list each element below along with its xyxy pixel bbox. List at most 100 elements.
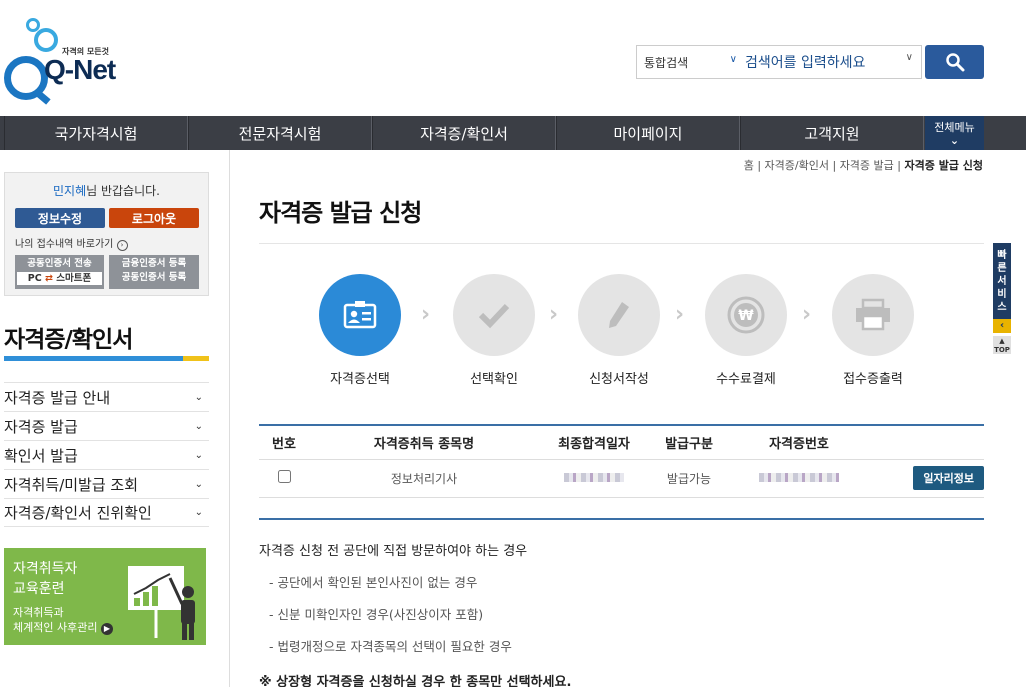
fin-cert-label: 금융인증서 등록 <box>121 258 187 269</box>
step-payment: ₩ 수수료결제 <box>696 274 796 387</box>
sidebar-item-issue[interactable]: 자격증 발급 ⌄ <box>4 411 209 440</box>
education-banner[interactable]: 자격취득자 교육훈련 자격취득과 체계적인 사후관리 ▶ <box>4 548 206 645</box>
step-circle: ₩ <box>705 274 787 356</box>
sidebar-item-label: 자격취득/미발급 조회 <box>4 475 139 494</box>
fin-cert-register-button[interactable]: 금융인증서 등록 공동인증서 등록 <box>109 255 199 289</box>
breadcrumb-issue[interactable]: 자격증 발급 <box>840 159 894 172</box>
chevron-down-icon: ⌄ <box>194 420 203 432</box>
section-title: 자격증/확인서 <box>4 327 133 353</box>
chevron-down-icon: ⌄ <box>949 134 960 147</box>
breadcrumb: 홈 | 자격증/확인서 | 자격증 발급 | 자격증 발급 신청 <box>743 159 983 172</box>
progress-steps: 자격증선택 › 선택확인 › 신청서작성 › ₩ 수수료결제 › 접수증출력 <box>259 274 984 394</box>
notice-item: - 법령개정으로 자격종목의 선택이 필요한 경우 <box>269 639 512 654</box>
cell-pass-date <box>539 459 649 498</box>
col-action <box>869 424 984 460</box>
chevron-down-icon: ⌄ <box>194 449 203 461</box>
cell-item-name: 정보처리기사 <box>309 459 539 498</box>
chevron-down-icon: ⌄ <box>194 478 203 490</box>
chevron-right-icon: › <box>549 302 559 327</box>
search-button[interactable] <box>925 45 984 79</box>
banner-line2: 교육훈련 <box>13 581 65 597</box>
chevron-right-icon: › <box>421 302 431 327</box>
search-category-label: 통합검색 <box>644 55 689 70</box>
logo-text: Q-Net <box>44 54 116 85</box>
step-print-receipt: 접수증출력 <box>823 274 923 387</box>
step-circle <box>578 274 660 356</box>
redacted-date <box>564 473 624 482</box>
row-checkbox[interactable] <box>277 470 291 483</box>
table-row: 정보처리기사 발급가능 일자리정보 <box>259 459 984 498</box>
notice-warning: ※ 상장형 자격증을 신청하실 경우 한 종목만 선택하세요. <box>259 675 572 687</box>
banner-line3: 자격취득과 <box>13 606 64 619</box>
sidebar-item-label: 자격증 발급 안내 <box>4 388 111 407</box>
title-divider <box>259 243 984 244</box>
sidebar-menu: 자격증 발급 안내 ⌄ 자격증 발급 ⌄ 확인서 발급 ⌄ 자격취득/미발급 조회 ⌄ … <box>4 382 209 527</box>
chevron-down-icon: ⌄ <box>194 391 203 403</box>
sidebar-item-issue-guide[interactable]: 자격증 발급 안내 ⌄ <box>4 382 209 411</box>
left-sidebar: 민지혜님 반갑습니다. 정보수정 로그아웃 나의 접수내역 바로가기 › 공동인… <box>0 150 230 687</box>
notice-item: - 신분 미확인자인 경우(사진상이자 포함) <box>269 607 484 622</box>
top-button[interactable]: ▲ TOP <box>993 336 1011 354</box>
pc-label: PC <box>27 273 42 284</box>
cell-issue-type: 발급가능 <box>649 459 729 498</box>
nav-support[interactable]: 고객지원 <box>740 116 924 150</box>
sidebar-item-lookup[interactable]: 자격취득/미발급 조회 ⌄ <box>4 469 209 498</box>
search-input[interactable]: 검색어를 입력하세요 ∨ <box>745 52 921 72</box>
step-confirm: 선택확인 <box>444 274 544 387</box>
qnet-logo[interactable]: 자격의 모든것 Q-Net <box>4 18 124 100</box>
greeting-text: 님 반갑습니다. <box>86 184 160 198</box>
top-label: TOP <box>994 346 1010 354</box>
step-circle <box>832 274 914 356</box>
step-application: 신청서작성 <box>569 274 669 387</box>
presentation-icon <box>128 566 195 640</box>
cell-action: 일자리정보 <box>869 459 984 498</box>
sidebar-item-verify[interactable]: 자격증/확인서 진위확인 ⌄ <box>4 498 209 527</box>
cert-transfer-button[interactable]: 공동인증서 전송 PC ⇄ 스마트폰 <box>15 255 104 289</box>
quick-service-label: 빠른서비스 <box>997 250 1007 313</box>
pencil-icon <box>609 302 629 328</box>
nav-mypage[interactable]: 마이페이지 <box>556 116 740 150</box>
step-label: 선택확인 <box>470 372 518 387</box>
chevron-down-icon: ∨ <box>905 52 913 63</box>
step-circle <box>319 274 401 356</box>
banner-line4: 체계적인 사후관리 ▶ <box>13 619 113 635</box>
svg-text:₩: ₩ <box>738 308 754 324</box>
search-category-select[interactable]: 통합검색 ∨ <box>637 54 745 71</box>
history-link-label: 나의 접수내역 바로가기 <box>15 239 114 250</box>
job-info-button[interactable]: 일자리정보 <box>913 466 984 490</box>
cert-transfer-label: 공동인증서 전송 <box>27 258 92 269</box>
redacted-cert-number <box>759 473 839 482</box>
col-pass-date: 최종합격일자 <box>539 424 649 460</box>
col-cert-number: 자격증번호 <box>729 424 869 460</box>
chevron-up-icon: ▲ <box>999 337 1005 345</box>
table-header-row: 번호 자격증취득 종목명 최종합격일자 발급구분 자격증번호 <box>259 424 984 460</box>
quick-service-tab[interactable]: 빠른서비스 ‹ <box>993 243 1011 333</box>
history-link[interactable]: 나의 접수내역 바로가기 › <box>15 235 128 251</box>
arrow-right-icon: ▶ <box>100 623 113 635</box>
edit-info-button[interactable]: 정보수정 <box>15 208 105 228</box>
notice-heading: 자격증 신청 전 공단에 직접 방문하여야 하는 경우 <box>259 544 528 559</box>
notice-item: - 공단에서 확인된 본인사진이 없는 경우 <box>269 575 478 590</box>
user-box: 민지혜님 반갑습니다. 정보수정 로그아웃 나의 접수내역 바로가기 › 공동인… <box>4 172 209 296</box>
logo-q-mark <box>4 56 48 100</box>
user-greeting: 민지혜님 반갑습니다. <box>5 182 208 199</box>
sidebar-item-confirmation[interactable]: 확인서 발급 ⌄ <box>4 440 209 469</box>
logout-button[interactable]: 로그아웃 <box>109 208 199 228</box>
step-label: 수수료결제 <box>716 372 776 387</box>
breadcrumb-home[interactable]: 홈 <box>744 159 754 172</box>
sidebar-item-label: 자격증 발급 <box>4 417 78 436</box>
nav-professional-exam[interactable]: 전문자격시험 <box>188 116 372 150</box>
nav-certificates[interactable]: 자격증/확인서 <box>372 116 556 150</box>
all-menu-button[interactable]: 전체메뉴 ⌄ <box>925 116 984 150</box>
step-label: 신청서작성 <box>589 372 649 387</box>
nav-national-exam[interactable]: 국가자격시험 <box>4 116 188 150</box>
search-placeholder: 검색어를 입력하세요 <box>745 55 866 71</box>
smartphone-label: 스마트폰 <box>56 273 92 284</box>
breadcrumb-certificates[interactable]: 자격증/확인서 <box>765 159 829 172</box>
table-bottom-divider <box>259 518 984 520</box>
joint-cert-label: 공동인증서 등록 <box>121 272 187 283</box>
step-select-cert: 자격증선택 <box>310 274 410 387</box>
sidebar-item-label: 확인서 발급 <box>4 446 78 465</box>
page-title: 자격증 발급 신청 <box>259 199 422 227</box>
cell-cert-number <box>729 459 869 498</box>
